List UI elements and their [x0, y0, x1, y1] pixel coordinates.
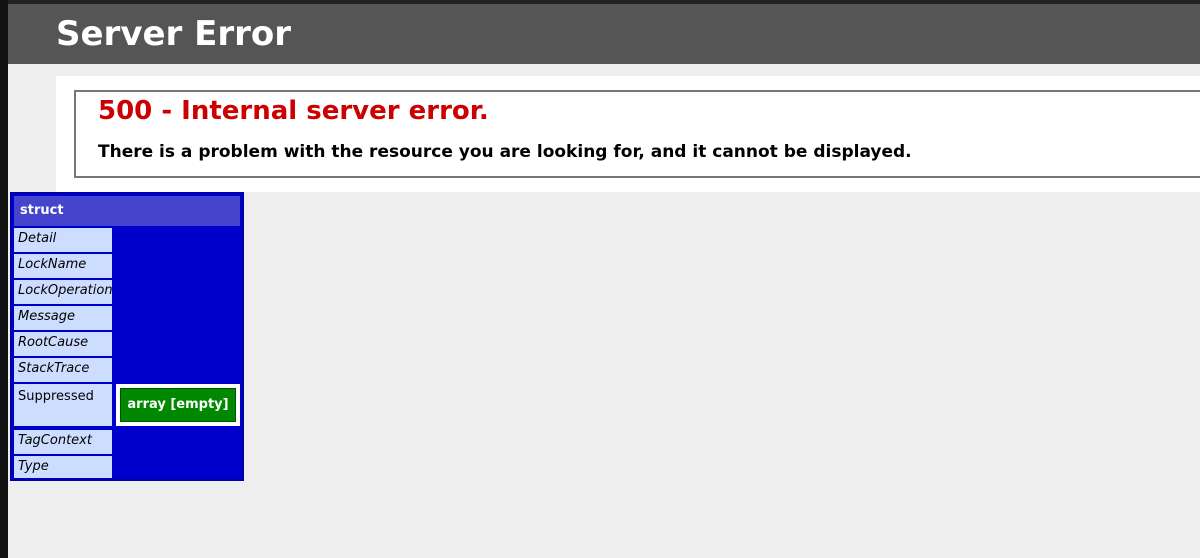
struct-key[interactable]: RootCause	[14, 332, 112, 356]
struct-key[interactable]: LockName	[14, 254, 112, 278]
error-heading: 500 - Internal server error.	[98, 96, 489, 126]
struct-key[interactable]: StackTrace	[14, 358, 112, 382]
array-value: array [empty]	[116, 384, 240, 426]
page-header: Server Error	[8, 4, 1200, 64]
error-message: There is a problem with the resource you…	[98, 142, 912, 162]
struct-key[interactable]: Type	[14, 456, 112, 478]
window-border	[0, 0, 8, 558]
array-header[interactable]: array [empty]	[120, 388, 236, 422]
page-title: Server Error	[56, 14, 292, 54]
error-box: 500 - Internal server error. There is a …	[74, 90, 1200, 178]
struct-key[interactable]: Suppressed	[14, 384, 112, 426]
struct-key[interactable]: LockOperation	[14, 280, 113, 304]
struct-header[interactable]: struct	[14, 196, 240, 226]
content-panel: 500 - Internal server error. There is a …	[56, 76, 1200, 192]
struct-key[interactable]: TagContext	[14, 430, 112, 454]
struct-key[interactable]: Message	[14, 306, 112, 330]
struct-key[interactable]: Detail	[14, 228, 112, 252]
struct-dump: struct Detail LockName LockOperation Mes…	[10, 192, 244, 481]
